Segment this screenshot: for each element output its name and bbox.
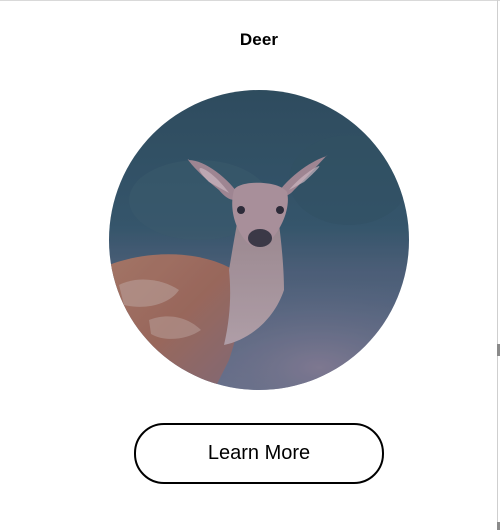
learn-more-button[interactable]: Learn More <box>134 423 384 484</box>
scrollbar-edge <box>497 0 498 530</box>
deer-photo <box>109 90 409 390</box>
top-divider <box>0 0 500 1</box>
deer-image <box>109 90 409 390</box>
card-title: Deer <box>239 30 279 49</box>
